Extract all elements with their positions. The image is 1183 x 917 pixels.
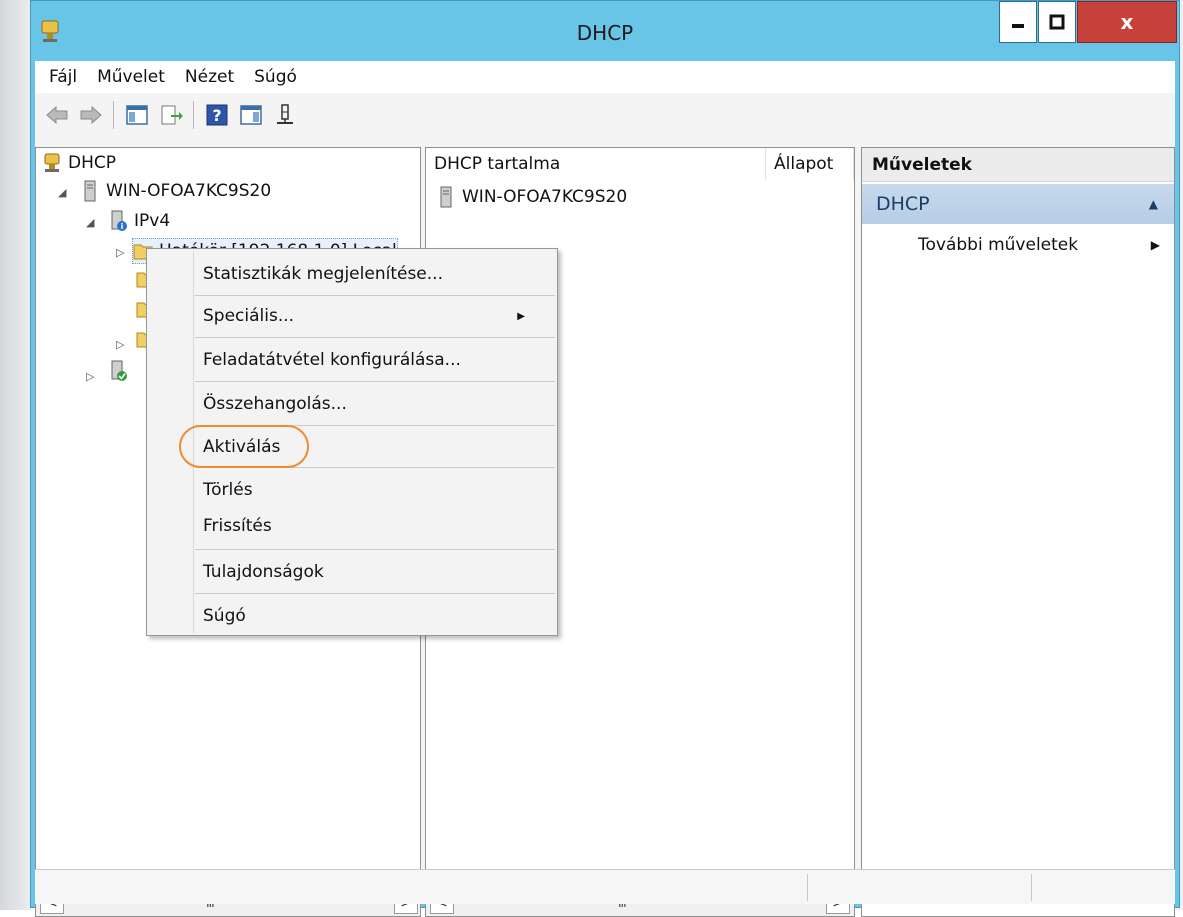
menu-separator [195,549,555,550]
title-bar[interactable]: DHCP x [31,1,1179,61]
menu-item-properties[interactable]: Tulajdonságok [203,555,324,589]
svg-text:i: i [121,222,124,231]
toolbar-separator [193,101,194,129]
submenu-arrow-icon: ▶ [1150,238,1160,252]
tree-node-server[interactable]: WIN-OFOA7KC9S20 [80,178,271,204]
expand-icon[interactable]: ▷ [116,338,124,351]
tree-label-server: WIN-OFOA7KC9S20 [106,181,272,201]
svg-text:?: ? [212,106,221,125]
menu-item-help[interactable]: Súgó [203,599,246,633]
actions-header: Műveletek [862,148,1174,182]
status-divider [807,874,808,901]
export-list-icon[interactable] [159,103,183,127]
menu-item-advanced-label: Speciális... [203,306,295,326]
menu-file[interactable]: Fájl [49,67,77,87]
tree-node-dhcp[interactable]: DHCP [42,150,116,176]
filter-icon[interactable] [273,103,297,127]
column-header-content[interactable]: DHCP tartalma [426,148,766,180]
back-arrow-icon[interactable] [45,103,69,127]
tree-label-ipv4: IPv4 [134,211,171,231]
collapse-up-icon[interactable]: ▲ [1149,197,1158,211]
background-left [0,0,32,910]
menu-item-advanced[interactable]: Speciális... ▶ [203,299,543,333]
dhcp-icon [44,153,60,172]
toolbar-separator [113,101,114,129]
show-hide-action-pane-icon[interactable] [239,103,263,127]
actions-group-label: DHCP [876,193,930,215]
menu-separator [195,337,555,338]
menu-help[interactable]: Súgó [254,67,297,87]
more-actions-item[interactable]: További műveletek [918,232,1078,258]
actions-group-dhcp[interactable]: DHCP ▲ [862,184,1174,224]
maximize-button[interactable] [1038,1,1076,43]
status-bar [35,869,1175,904]
expand-icon[interactable]: ▷ [116,246,124,259]
ipv6-icon [111,360,127,381]
ipv4-icon: i [111,210,127,231]
more-actions-label: További műveletek [918,235,1079,255]
status-divider [1031,874,1032,901]
minimize-button[interactable] [999,1,1037,43]
help-icon[interactable]: ? [205,103,229,127]
toolbar: ? [35,93,1175,137]
close-button[interactable]: x [1077,1,1177,43]
list-item[interactable]: WIN-OFOA7KC9S20 [436,184,627,210]
tree-label-dhcp: DHCP [68,153,116,173]
menu-item-show-statistics[interactable]: Statisztikák megjelenítése... [203,257,443,291]
collapse-icon[interactable]: ◢ [58,186,66,199]
column-header-status[interactable]: Állapot [766,148,854,180]
expand-icon[interactable]: ▷ [86,370,94,383]
minimize-icon [1012,24,1024,28]
menu-item-refresh[interactable]: Frissítés [203,509,272,543]
show-hide-tree-icon[interactable] [125,103,149,127]
list-item-label: WIN-OFOA7KC9S20 [462,187,628,207]
menu-separator [195,593,555,594]
menu-item-delete[interactable]: Törlés [203,473,253,507]
highlight-annotation-ring [179,425,309,468]
menu-view[interactable]: Nézet [185,67,234,87]
menu-separator [195,381,555,382]
server-icon [84,180,96,202]
menu-item-configure-failover[interactable]: Feladatátvétel konfigurálása... [203,343,461,377]
menu-item-reconcile[interactable]: Összehangolás... [203,387,347,421]
submenu-arrow-icon: ▶ [517,310,525,322]
server-icon [440,186,452,208]
actions-pane: Műveletek DHCP ▲ További műveletek ▶ [861,147,1175,917]
forward-arrow-icon[interactable] [79,103,103,127]
menu-bar: Fájl Művelet Nézet Súgó [35,61,1175,93]
tree-node-ipv4[interactable]: i IPv4 [108,208,170,234]
collapse-icon[interactable]: ◢ [86,216,94,229]
menu-separator [195,295,555,296]
maximize-icon [1049,14,1065,30]
menu-action[interactable]: Művelet [97,67,165,87]
